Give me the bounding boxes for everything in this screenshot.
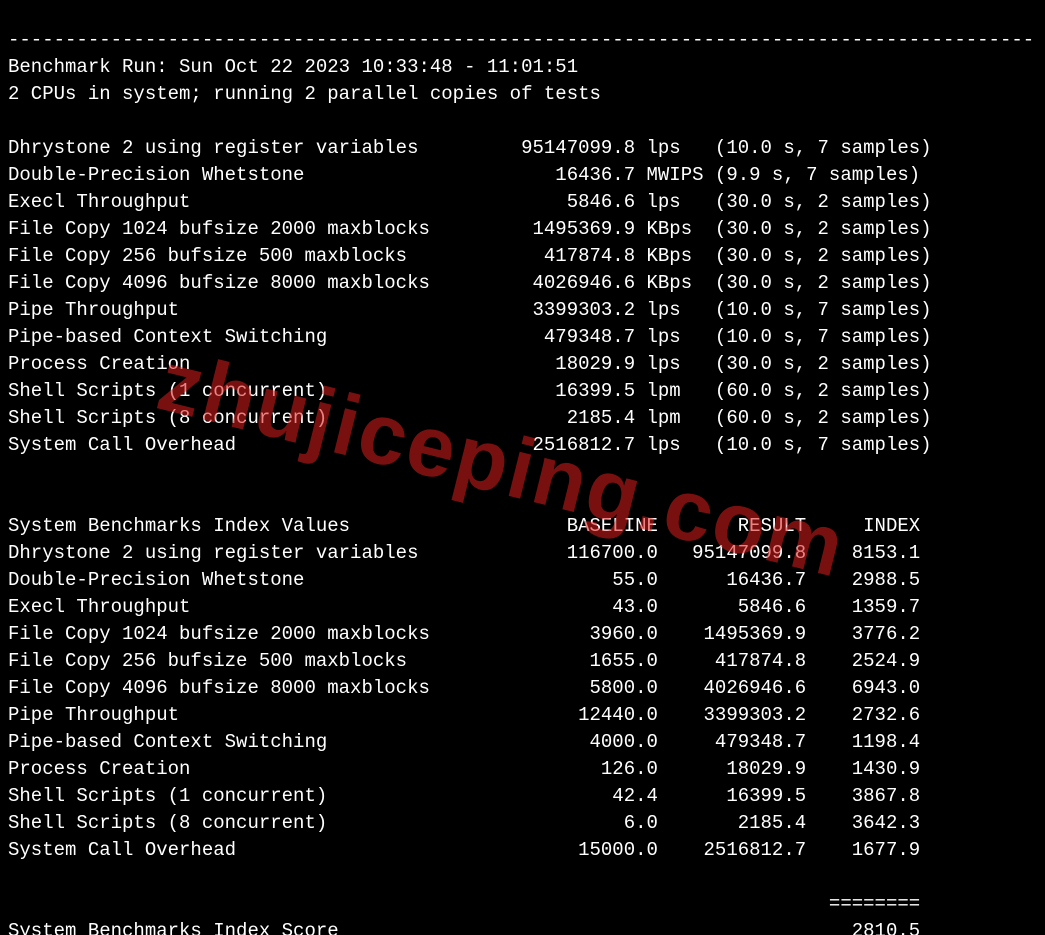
result-row: Double-Precision Whetstone 16436.7 MWIPS…: [8, 162, 1039, 189]
run-header: Benchmark Run: Sun Oct 22 2023 10:33:48 …: [8, 56, 578, 78]
result-row: Execl Throughput 5846.6 lps (30.0 s, 2 s…: [8, 189, 1039, 216]
index-row: Double-Precision Whetstone 55.0 16436.7 …: [8, 567, 1039, 594]
terminal-output: ----------------------------------------…: [0, 0, 1045, 935]
index-row: Pipe-based Context Switching 4000.0 4793…: [8, 729, 1039, 756]
result-row: Process Creation 18029.9 lps (30.0 s, 2 …: [8, 351, 1039, 378]
index-row: Execl Throughput 43.0 5846.6 1359.7: [8, 594, 1039, 621]
index-row: Shell Scripts (1 concurrent) 42.4 16399.…: [8, 783, 1039, 810]
result-row: File Copy 1024 bufsize 2000 maxblocks 14…: [8, 216, 1039, 243]
index-header-row: System Benchmarks Index Values BASELINE …: [8, 515, 920, 537]
cpu-header: 2 CPUs in system; running 2 parallel cop…: [8, 83, 601, 105]
result-row: Dhrystone 2 using register variables 951…: [8, 135, 1039, 162]
results-table: Dhrystone 2 using register variables 951…: [8, 135, 1039, 459]
index-score: System Benchmarks Index Score 2810.5: [8, 920, 920, 935]
index-row: System Call Overhead 15000.0 2516812.7 1…: [8, 837, 1039, 864]
result-row: File Copy 4096 bufsize 8000 maxblocks 40…: [8, 270, 1039, 297]
result-row: Pipe-based Context Switching 479348.7 lp…: [8, 324, 1039, 351]
index-row: Shell Scripts (8 concurrent) 6.0 2185.4 …: [8, 810, 1039, 837]
blank-line: [8, 488, 19, 510]
index-row: Process Creation 126.0 18029.9 1430.9: [8, 756, 1039, 783]
result-row: Shell Scripts (8 concurrent) 2185.4 lpm …: [8, 405, 1039, 432]
divider-line: ----------------------------------------…: [8, 29, 1034, 51]
result-row: Pipe Throughput 3399303.2 lps (10.0 s, 7…: [8, 297, 1039, 324]
index-row: Pipe Throughput 12440.0 3399303.2 2732.6: [8, 702, 1039, 729]
index-row: File Copy 1024 bufsize 2000 maxblocks 39…: [8, 621, 1039, 648]
result-row: Shell Scripts (1 concurrent) 16399.5 lpm…: [8, 378, 1039, 405]
result-row: System Call Overhead 2516812.7 lps (10.0…: [8, 432, 1039, 459]
result-row: File Copy 256 bufsize 500 maxblocks 4178…: [8, 243, 1039, 270]
blank-line: [8, 110, 19, 132]
index-row: File Copy 256 bufsize 500 maxblocks 1655…: [8, 648, 1039, 675]
index-row: File Copy 4096 bufsize 8000 maxblocks 58…: [8, 675, 1039, 702]
index-table: Dhrystone 2 using register variables 116…: [8, 540, 1039, 864]
index-row: Dhrystone 2 using register variables 116…: [8, 540, 1039, 567]
index-separator: ========: [8, 893, 920, 915]
